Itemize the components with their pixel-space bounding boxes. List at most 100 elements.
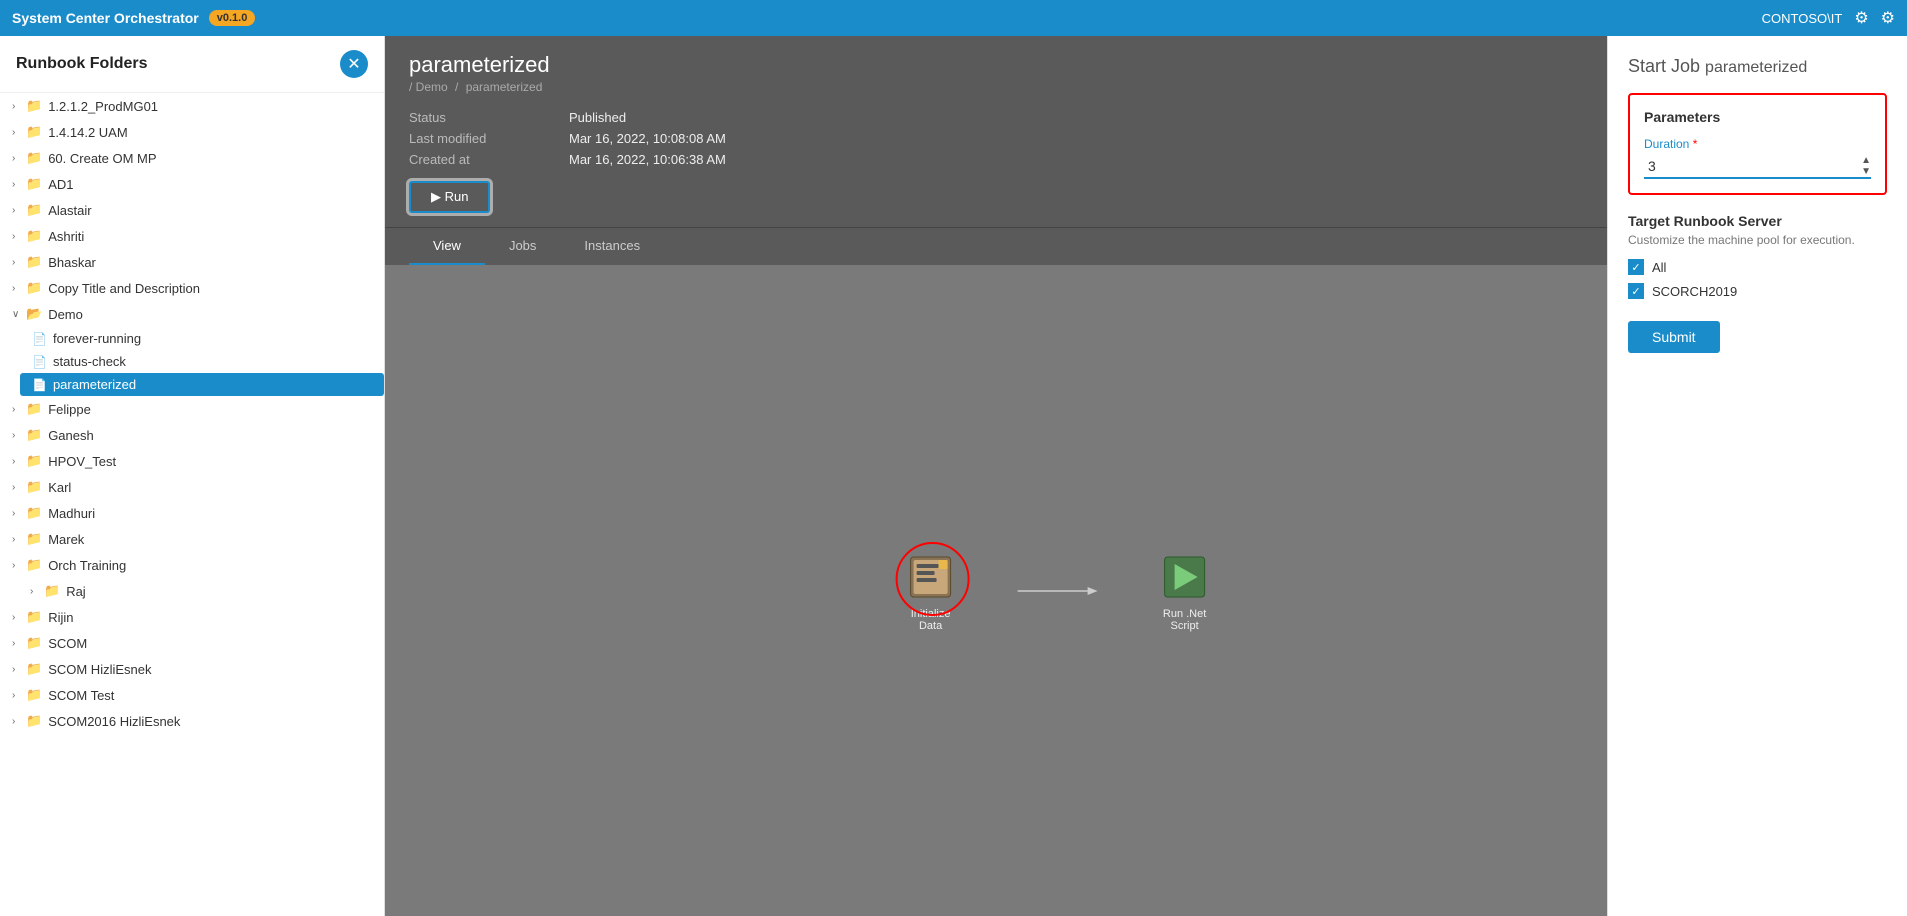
arrow-svg bbox=[1018, 581, 1098, 601]
folder-icon: 📁 bbox=[26, 557, 42, 573]
sidebar-item-label: Copy Title and Description bbox=[48, 281, 200, 296]
tab-jobs[interactable]: Jobs bbox=[485, 228, 560, 265]
tab-view[interactable]: View bbox=[409, 228, 485, 265]
sidebar-leaf-forever[interactable]: 📄 forever-running bbox=[20, 327, 384, 350]
tab-instances[interactable]: Instances bbox=[560, 228, 664, 265]
folder-icon: 📁 bbox=[26, 713, 42, 729]
checkbox-row-all: ✓ All bbox=[1628, 259, 1887, 275]
folder-icon: 📁 bbox=[26, 176, 42, 192]
chevron-icon: › bbox=[12, 534, 26, 545]
sidebar-item-60om[interactable]: › 📁 60. Create OM MP bbox=[0, 145, 384, 171]
settings-icon[interactable]: ⚙ bbox=[1854, 8, 1868, 28]
topbar-right: CONTOSO\IT ⚙ ⚙ bbox=[1762, 8, 1895, 28]
chevron-icon: › bbox=[12, 482, 26, 493]
panel-title: Start Job parameterized bbox=[1628, 56, 1887, 77]
sidebar-item-label: HPOV_Test bbox=[48, 454, 116, 469]
sidebar-close-button[interactable]: ✕ bbox=[340, 50, 368, 78]
sidebar-leaf-parameterized[interactable]: 📄 parameterized bbox=[20, 373, 384, 396]
sidebar-item-label: Raj bbox=[66, 584, 86, 599]
folder-icon: 📁 bbox=[26, 98, 42, 114]
chevron-icon: › bbox=[12, 560, 26, 571]
sidebar-item-alastair[interactable]: › 📁 Alastair bbox=[0, 197, 384, 223]
sidebar-item-label: AD1 bbox=[48, 177, 73, 192]
sidebar-item-copytitle[interactable]: › 📁 Copy Title and Description bbox=[0, 275, 384, 301]
sidebar-item-bhaskar[interactable]: › 📁 Bhaskar bbox=[0, 249, 384, 275]
workflow-node-initialize[interactable]: InitializeData bbox=[904, 550, 958, 632]
sidebar-item-karl[interactable]: › 📁 Karl bbox=[0, 474, 384, 500]
created-label: Created at bbox=[409, 152, 529, 167]
sidebar-item-scom2016[interactable]: › 📁 SCOM2016 HizliEsnek bbox=[0, 708, 384, 734]
sidebar-item-ad1[interactable]: › 📁 AD1 bbox=[0, 171, 384, 197]
sidebar-item-label: Ashriti bbox=[48, 229, 84, 244]
main-layout: Runbook Folders ✕ › 📁 1.2.1.2_ProdMG01 ›… bbox=[0, 36, 1907, 916]
folder-icon: 📁 bbox=[26, 150, 42, 166]
required-indicator: * bbox=[1693, 137, 1698, 151]
sidebar-item-scomtest[interactable]: › 📁 SCOM Test bbox=[0, 682, 384, 708]
folder-icon: 📁 bbox=[26, 228, 42, 244]
runnet-svg bbox=[1160, 552, 1210, 602]
folder-icon: 📁 bbox=[26, 661, 42, 677]
sidebar-item-ashriti[interactable]: › 📁 Ashriti bbox=[0, 223, 384, 249]
submit-button[interactable]: Submit bbox=[1628, 321, 1720, 353]
breadcrumb-name: parameterized bbox=[466, 80, 543, 94]
check-icon: ✓ bbox=[1631, 285, 1640, 298]
initialize-data-svg bbox=[906, 552, 956, 602]
sidebar-content: › 📁 1.2.1.2_ProdMG01 › 📁 1.4.14.2 UAM › … bbox=[0, 93, 384, 916]
status-label: Status bbox=[409, 110, 529, 125]
workflow-container: InitializeData bbox=[904, 550, 1212, 632]
duration-input-row: ▲ ▼ bbox=[1644, 155, 1871, 179]
folder-icon: 📁 bbox=[26, 202, 42, 218]
sidebar-item-label: SCOM bbox=[48, 636, 87, 651]
sidebar-item-1212[interactable]: › 📁 1.2.1.2_ProdMG01 bbox=[0, 93, 384, 119]
sidebar-item-label: Bhaskar bbox=[48, 255, 96, 270]
folder-open-icon: 📂 bbox=[26, 306, 42, 322]
checkbox-all[interactable]: ✓ bbox=[1628, 259, 1644, 275]
meta-table: Status Published Last modified Mar 16, 2… bbox=[409, 110, 1583, 167]
sidebar-item-label: Karl bbox=[48, 480, 71, 495]
folder-icon: 📁 bbox=[44, 583, 60, 599]
sidebar-item-felippe[interactable]: › 📁 Felippe bbox=[0, 396, 384, 422]
topbar-user: CONTOSO\IT bbox=[1762, 11, 1843, 26]
sidebar-leaf-status[interactable]: 📄 status-check bbox=[20, 350, 384, 373]
spinner[interactable]: ▲ ▼ bbox=[1861, 155, 1871, 177]
topbar-left: System Center Orchestrator v0.1.0 bbox=[12, 10, 255, 26]
sidebar-item-marek[interactable]: › 📁 Marek bbox=[0, 526, 384, 552]
params-box: Parameters Duration * ▲ ▼ bbox=[1628, 93, 1887, 195]
breadcrumb: / Demo / parameterized bbox=[409, 80, 1583, 94]
checkbox-scorch[interactable]: ✓ bbox=[1628, 283, 1644, 299]
runbook-title: parameterized bbox=[409, 52, 1583, 78]
duration-input[interactable] bbox=[1644, 156, 1861, 176]
status-value: Published bbox=[569, 110, 626, 125]
folder-icon: 📁 bbox=[26, 254, 42, 270]
node-label-runnet: Run .NetScript bbox=[1163, 608, 1206, 632]
check-icon: ✓ bbox=[1631, 261, 1640, 274]
folder-icon: 📁 bbox=[26, 124, 42, 140]
folder-icon: 📁 bbox=[26, 635, 42, 651]
sidebar-item-hpov[interactable]: › 📁 HPOV_Test bbox=[0, 448, 384, 474]
run-button[interactable]: ▶ Run bbox=[409, 181, 490, 213]
duration-field-label: Duration * bbox=[1644, 137, 1871, 151]
leaf-label: forever-running bbox=[53, 331, 141, 346]
version-badge: v0.1.0 bbox=[209, 10, 256, 26]
sidebar-item-ganesh[interactable]: › 📁 Ganesh bbox=[0, 422, 384, 448]
sidebar-item-scomhiz[interactable]: › 📁 SCOM HizliEsnek bbox=[0, 656, 384, 682]
target-server-title: Target Runbook Server bbox=[1628, 213, 1887, 229]
workflow-node-runnet[interactable]: Run .NetScript bbox=[1158, 550, 1212, 632]
sidebar-item-label: Madhuri bbox=[48, 506, 95, 521]
sidebar-item-1414[interactable]: › 📁 1.4.14.2 UAM bbox=[0, 119, 384, 145]
sidebar-item-label: SCOM2016 HizliEsnek bbox=[48, 714, 180, 729]
sidebar-item-rijin[interactable]: › 📁 Rijin bbox=[0, 604, 384, 630]
folder-icon: 📁 bbox=[26, 687, 42, 703]
sidebar-item-raj[interactable]: › 📁 Raj bbox=[0, 578, 384, 604]
breadcrumb-demo: Demo bbox=[416, 80, 448, 94]
target-server-sub: Customize the machine pool for execution… bbox=[1628, 233, 1887, 247]
sidebar-item-orch[interactable]: › 📁 Orch Training bbox=[0, 552, 384, 578]
gear-icon[interactable]: ⚙ bbox=[1881, 8, 1895, 28]
node-icon-runnet bbox=[1158, 550, 1212, 604]
chevron-icon: › bbox=[12, 456, 26, 467]
right-panel: Start Job parameterized Parameters Durat… bbox=[1607, 36, 1907, 916]
sidebar-item-demo[interactable]: ∨ 📂 Demo bbox=[0, 301, 384, 327]
modified-value: Mar 16, 2022, 10:08:08 AM bbox=[569, 131, 726, 146]
sidebar-item-scom[interactable]: › 📁 SCOM bbox=[0, 630, 384, 656]
sidebar-item-madhuri[interactable]: › 📁 Madhuri bbox=[0, 500, 384, 526]
